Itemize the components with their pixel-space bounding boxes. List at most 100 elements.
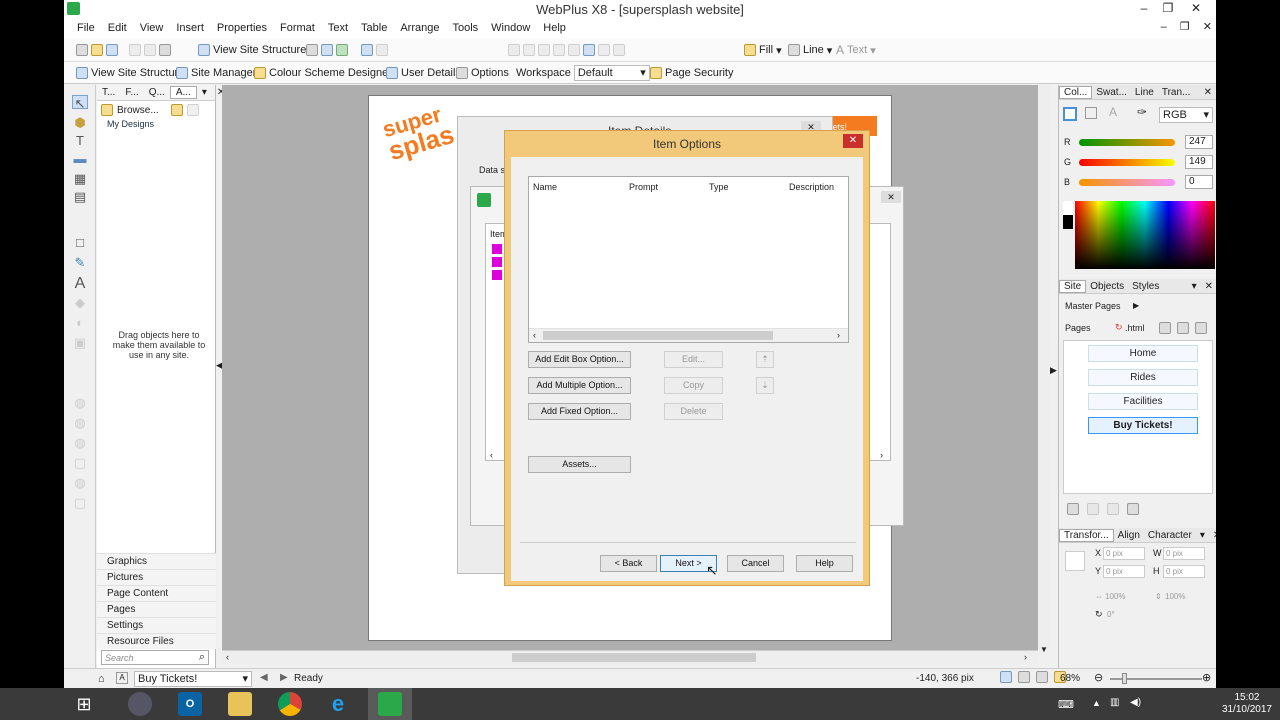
menu-arrange[interactable]: Arrange [400, 19, 439, 38]
tab-site[interactable]: Site [1059, 279, 1087, 293]
canvas-hscrollbar[interactable]: ‹ › [222, 650, 1038, 664]
text-frame-tool-icon[interactable]: T [72, 133, 88, 148]
tab-swatches[interactable]: Swat... [1092, 87, 1131, 98]
windows-start-icon[interactable]: ⊞ [72, 692, 96, 716]
gallery-tool-icon[interactable]: ◍ [72, 395, 88, 410]
artistic-text-tool-icon[interactable]: A [72, 275, 88, 292]
save-icon[interactable] [106, 44, 118, 56]
view-site-structure-button-2[interactable]: View Site Structure [76, 65, 184, 81]
search-icon[interactable]: ⌕ [199, 651, 205, 664]
tab-line[interactable]: Line [1131, 87, 1158, 98]
snap-icon[interactable] [583, 44, 595, 56]
arrange-2-icon[interactable] [613, 44, 625, 56]
arrange-icon[interactable] [598, 44, 610, 56]
category-graphics[interactable]: Graphics [97, 553, 216, 569]
preview-browser-icon[interactable] [321, 44, 333, 56]
table-tool-icon[interactable]: ▦ [72, 171, 88, 186]
ecommerce-tool-icon[interactable]: ◍ [72, 475, 88, 490]
internet-explorer-icon[interactable]: e [326, 692, 350, 716]
master-pages-label[interactable]: Master Pages [1065, 301, 1121, 311]
home-icon[interactable]: ⌂ [98, 673, 105, 685]
menu-edit[interactable]: Edit [108, 19, 127, 38]
add-multiple-option-button[interactable]: Add Multiple Option... [528, 377, 631, 394]
align-2-icon[interactable] [523, 44, 535, 56]
x-field[interactable]: 0 pix [1103, 547, 1145, 560]
move-up-icon[interactable]: ⇡ [756, 351, 774, 368]
new-icon[interactable] [76, 44, 88, 56]
volume-icon[interactable]: ◀) [1130, 697, 1141, 708]
restore-icon[interactable]: ❐ [1156, 1, 1180, 15]
scroll-left-icon[interactable]: ‹ [226, 652, 229, 662]
canvas-vscrollbar[interactable]: ▼ [1038, 85, 1050, 654]
search-box[interactable]: Search ⌕ [101, 650, 209, 665]
category-pictures[interactable]: Pictures [97, 569, 216, 585]
mdi-close-icon[interactable]: ✕ [1203, 21, 1212, 33]
menu-text[interactable]: Text [328, 19, 348, 38]
tab-assets[interactable]: A... [169, 86, 197, 99]
assets-button[interactable]: Assets... [528, 456, 631, 473]
black-white-swatch[interactable] [1063, 201, 1073, 229]
w-field[interactable]: 0 pix [1163, 547, 1205, 560]
item-options-close-icon[interactable]: ✕ [843, 134, 863, 148]
menu-format[interactable]: Format [280, 19, 315, 38]
pointer-tool-icon[interactable]: ↖ [72, 95, 88, 111]
zoom-out-tool-icon[interactable] [1036, 671, 1048, 683]
tab-transform[interactable]: Transfor... [1059, 528, 1114, 542]
help-button[interactable]: Help [796, 555, 853, 572]
page-action-2-icon[interactable] [1087, 503, 1099, 515]
copy-icon[interactable] [144, 44, 156, 56]
line-swatch-icon[interactable] [1085, 107, 1097, 119]
tab-character[interactable]: Character [1144, 530, 1196, 541]
menu-table[interactable]: Table [361, 19, 387, 38]
zoom-out-icon[interactable]: ⊖ [1094, 671, 1103, 684]
picture-tool-icon[interactable]: ▣ [72, 335, 88, 350]
tab-quickbuilder[interactable]: Q... [144, 87, 170, 98]
page-item-buy-tickets[interactable]: Buy Tickets! [1088, 417, 1198, 434]
column-name[interactable]: Name [533, 182, 557, 192]
b-slider[interactable] [1079, 179, 1175, 186]
menu-properties[interactable]: Properties [217, 19, 267, 38]
fill-button[interactable]: Fill ▾ [744, 42, 782, 58]
panel-close-icon[interactable]: ✕ [1201, 281, 1216, 292]
widget-tool-icon[interactable]: ▢ [72, 455, 88, 470]
form-tool-icon[interactable]: ▤ [72, 189, 88, 204]
tab-fonts[interactable]: F... [120, 87, 143, 98]
menu-view[interactable]: View [140, 19, 164, 38]
back-button[interactable]: < Back [600, 555, 657, 572]
add-fixed-option-button[interactable]: Add Fixed Option... [528, 403, 631, 420]
menu-window[interactable]: Window [491, 19, 530, 38]
menu-insert[interactable]: Insert [176, 19, 204, 38]
page-extension[interactable]: .html [1125, 323, 1145, 333]
panel-close-icon[interactable]: ✕ [1209, 530, 1216, 541]
column-prompt[interactable]: Prompt [629, 182, 658, 192]
category-page-content[interactable]: Page Content [97, 585, 216, 601]
add-page-icon[interactable] [1159, 322, 1171, 334]
page-action-3-icon[interactable] [1107, 503, 1119, 515]
scroll-right-icon[interactable]: › [880, 450, 883, 460]
search-input[interactable]: Search [105, 653, 134, 663]
close-icon[interactable]: ✕ [1184, 1, 1208, 15]
zoom-tool-icon[interactable] [1018, 671, 1030, 683]
panel-menu-icon[interactable]: ▾ [1196, 530, 1209, 541]
html-frame-tool-icon[interactable]: ▬ [72, 151, 88, 166]
panel-menu-icon[interactable]: ▾ [197, 87, 212, 98]
align-3-icon[interactable] [538, 44, 550, 56]
publish-icon[interactable] [336, 44, 348, 56]
text-format-button[interactable]: A Text ▾ [836, 42, 876, 58]
preview-icon[interactable] [306, 44, 318, 56]
tab-tools[interactable]: T... [97, 87, 120, 98]
cart-tool-icon[interactable]: ▢ [72, 495, 88, 510]
colour-scheme-designer-button[interactable]: Colour Scheme Designer [254, 65, 392, 81]
page-item-home[interactable]: Home [1088, 345, 1198, 362]
paint-app-icon[interactable] [128, 692, 152, 716]
category-resource-files[interactable]: Resource Files [97, 633, 216, 649]
outlook-icon[interactable]: O [178, 692, 202, 716]
b-value-field[interactable]: 0 [1185, 175, 1213, 189]
y-field[interactable]: 0 pix [1103, 565, 1145, 578]
expand-icon[interactable]: ▶ [1133, 301, 1139, 310]
tab-align[interactable]: Align [1114, 530, 1144, 541]
tray-chevron-icon[interactable]: ▲ [1092, 698, 1101, 708]
menu-help[interactable]: Help [543, 19, 566, 38]
scroll-thumb[interactable] [543, 331, 773, 340]
mdi-restore-icon[interactable]: ❐ [1180, 21, 1190, 33]
